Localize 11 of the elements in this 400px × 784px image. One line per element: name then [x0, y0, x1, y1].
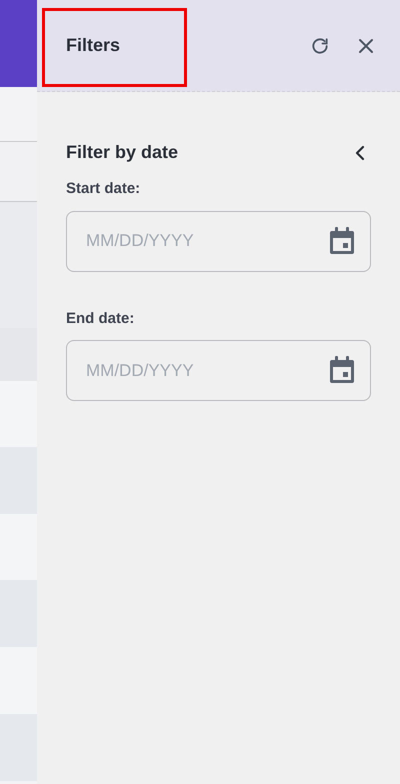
chevron-icon[interactable]: [355, 144, 365, 160]
date-field[interactable]: MM/DD/YYYY: [66, 340, 371, 401]
reset-icon[interactable]: [310, 36, 330, 56]
panel-title: Filters: [66, 34, 120, 57]
section-title: Filter by date: [66, 141, 178, 164]
calendar-icon[interactable]: [329, 356, 355, 384]
close-icon[interactable]: [358, 38, 374, 54]
field-label: End date:: [66, 308, 134, 328]
field-label: Start date:: [66, 179, 140, 199]
date-field[interactable]: MM/DD/YYYY: [66, 210, 371, 272]
calendar-icon[interactable]: [329, 226, 355, 254]
